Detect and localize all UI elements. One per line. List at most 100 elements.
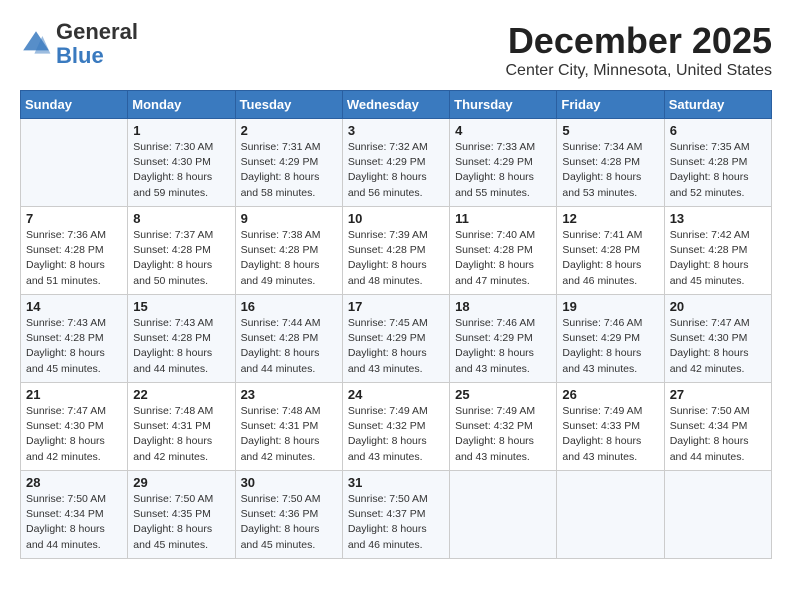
day-info: Sunrise: 7:50 AMSunset: 4:35 PMDaylight:… — [133, 492, 229, 553]
day-number: 16 — [241, 299, 337, 314]
day-cell-18: 18Sunrise: 7:46 AMSunset: 4:29 PMDayligh… — [450, 295, 557, 383]
day-number: 22 — [133, 387, 229, 402]
day-number: 28 — [26, 475, 122, 490]
day-number: 23 — [241, 387, 337, 402]
weekday-header-wednesday: Wednesday — [342, 91, 449, 119]
day-number: 27 — [670, 387, 766, 402]
day-cell-23: 23 Sunrise: 7:48 AMSunset: 4:31 PMDayligh… — [235, 383, 342, 471]
day-info: Sunrise: 7:50 AMSunset: 4:34 PMDaylight:… — [26, 492, 122, 553]
day-cell-31: 31 Sunrise: 7:50 AMSunset: 4:37 PMDayligh… — [342, 471, 449, 559]
week-row-5: 28 Sunrise: 7:50 AMSunset: 4:34 PMDayligh… — [21, 471, 772, 559]
weekday-header-sunday: Sunday — [21, 91, 128, 119]
empty-cell — [450, 471, 557, 559]
title-block: December 2025 Center City, Minnesota, Un… — [506, 20, 773, 80]
day-number: 30 — [241, 475, 337, 490]
day-number: 7 — [26, 211, 122, 226]
day-info: Sunrise: 7:42 AMSunset: 4:28 PMDaylight:… — [670, 228, 766, 289]
day-cell-1: 1 Sunrise: 7:30 AMSunset: 4:30 PMDaylight… — [128, 119, 235, 207]
day-number: 3 — [348, 123, 444, 138]
day-cell-28: 28 Sunrise: 7:50 AMSunset: 4:34 PMDayligh… — [21, 471, 128, 559]
day-info: Sunrise: 7:43 AMSunset: 4:28 PMDaylight:… — [26, 316, 122, 377]
day-cell-20: 20Sunrise: 7:47 AMSunset: 4:30 PMDayligh… — [664, 295, 771, 383]
page-header: General Blue December 2025 Center City, … — [20, 20, 772, 80]
day-number: 31 — [348, 475, 444, 490]
day-cell-30: 30Sunrise: 7:50 AMSunset: 4:36 PMDayligh… — [235, 471, 342, 559]
day-number: 18 — [455, 299, 551, 314]
day-info: Sunrise: 7:50 AMSunset: 4:34 PMDaylight:… — [670, 404, 766, 465]
day-info: Sunrise: 7:49 AMSunset: 4:33 PMDaylight:… — [562, 404, 658, 465]
week-row-2: 7Sunrise: 7:36 AMSunset: 4:28 PMDaylight… — [21, 207, 772, 295]
day-info: Sunrise: 7:45 AMSunset: 4:29 PMDaylight:… — [348, 316, 444, 377]
day-cell-17: 17 Sunrise: 7:45 AMSunset: 4:29 PMDayligh… — [342, 295, 449, 383]
day-info: Sunrise: 7:39 AMSunset: 4:28 PMDaylight:… — [348, 228, 444, 289]
day-cell-7: 7Sunrise: 7:36 AMSunset: 4:28 PMDaylight… — [21, 207, 128, 295]
day-cell-3: 3Sunrise: 7:32 AMSunset: 4:29 PMDaylight… — [342, 119, 449, 207]
day-info: Sunrise: 7:47 AMSunset: 4:30 PMDaylight:… — [26, 404, 122, 465]
weekday-header-friday: Friday — [557, 91, 664, 119]
day-info: Sunrise: 7:30 AMSunset: 4:30 PMDaylight:… — [133, 140, 229, 201]
day-info: Sunrise: 7:34 AMSunset: 4:28 PMDaylight:… — [562, 140, 658, 201]
day-number: 9 — [241, 211, 337, 226]
day-info: Sunrise: 7:50 AMSunset: 4:37 PMDaylight:… — [348, 492, 444, 553]
calendar-table: SundayMondayTuesdayWednesdayThursdayFrid… — [20, 90, 772, 559]
day-cell-4: 4 Sunrise: 7:33 AMSunset: 4:29 PMDaylight… — [450, 119, 557, 207]
day-cell-22: 22 Sunrise: 7:48 AMSunset: 4:31 PMDayligh… — [128, 383, 235, 471]
day-number: 26 — [562, 387, 658, 402]
day-info: Sunrise: 7:48 AMSunset: 4:31 PMDaylight:… — [241, 404, 337, 465]
day-info: Sunrise: 7:49 AMSunset: 4:32 PMDaylight:… — [455, 404, 551, 465]
day-info: Sunrise: 7:33 AMSunset: 4:29 PMDaylight:… — [455, 140, 551, 201]
day-number: 12 — [562, 211, 658, 226]
empty-cell — [557, 471, 664, 559]
day-cell-5: 5Sunrise: 7:34 AMSunset: 4:28 PMDaylight… — [557, 119, 664, 207]
day-info: Sunrise: 7:35 AMSunset: 4:28 PMDaylight:… — [670, 140, 766, 201]
logo-icon — [20, 28, 52, 60]
day-cell-12: 12 Sunrise: 7:41 AMSunset: 4:28 PMDayligh… — [557, 207, 664, 295]
day-info: Sunrise: 7:41 AMSunset: 4:28 PMDaylight:… — [562, 228, 658, 289]
day-cell-6: 6Sunrise: 7:35 AMSunset: 4:28 PMDaylight… — [664, 119, 771, 207]
day-info: Sunrise: 7:49 AMSunset: 4:32 PMDaylight:… — [348, 404, 444, 465]
day-cell-29: 29 Sunrise: 7:50 AMSunset: 4:35 PMDayligh… — [128, 471, 235, 559]
day-number: 4 — [455, 123, 551, 138]
day-info: Sunrise: 7:37 AMSunset: 4:28 PMDaylight:… — [133, 228, 229, 289]
day-cell-8: 8 Sunrise: 7:37 AMSunset: 4:28 PMDaylight… — [128, 207, 235, 295]
location-text: Center City, Minnesota, United States — [506, 62, 773, 80]
day-info: Sunrise: 7:44 AMSunset: 4:28 PMDaylight:… — [241, 316, 337, 377]
day-cell-13: 13Sunrise: 7:42 AMSunset: 4:28 PMDayligh… — [664, 207, 771, 295]
day-info: Sunrise: 7:31 AMSunset: 4:29 PMDaylight:… — [241, 140, 337, 201]
day-number: 14 — [26, 299, 122, 314]
day-number: 24 — [348, 387, 444, 402]
day-number: 8 — [133, 211, 229, 226]
day-cell-11: 11 Sunrise: 7:40 AMSunset: 4:28 PMDayligh… — [450, 207, 557, 295]
day-cell-9: 9 Sunrise: 7:38 AMSunset: 4:28 PMDaylight… — [235, 207, 342, 295]
day-info: Sunrise: 7:46 AMSunset: 4:29 PMDaylight:… — [562, 316, 658, 377]
day-cell-24: 24 Sunrise: 7:49 AMSunset: 4:32 PMDayligh… — [342, 383, 449, 471]
day-cell-21: 21Sunrise: 7:47 AMSunset: 4:30 PMDayligh… — [21, 383, 128, 471]
day-cell-25: 25 Sunrise: 7:49 AMSunset: 4:32 PMDayligh… — [450, 383, 557, 471]
day-number: 25 — [455, 387, 551, 402]
day-info: Sunrise: 7:40 AMSunset: 4:28 PMDaylight:… — [455, 228, 551, 289]
day-number: 29 — [133, 475, 229, 490]
day-number: 19 — [562, 299, 658, 314]
weekday-header-row: SundayMondayTuesdayWednesdayThursdayFrid… — [21, 91, 772, 119]
weekday-header-tuesday: Tuesday — [235, 91, 342, 119]
empty-cell — [21, 119, 128, 207]
day-info: Sunrise: 7:38 AMSunset: 4:28 PMDaylight:… — [241, 228, 337, 289]
day-number: 11 — [455, 211, 551, 226]
logo-blue-text: Blue — [56, 43, 104, 68]
day-info: Sunrise: 7:43 AMSunset: 4:28 PMDaylight:… — [133, 316, 229, 377]
day-cell-27: 27 Sunrise: 7:50 AMSunset: 4:34 PMDayligh… — [664, 383, 771, 471]
logo-general-text: General — [56, 19, 138, 44]
day-number: 17 — [348, 299, 444, 314]
logo: General Blue — [20, 20, 138, 68]
weekday-header-thursday: Thursday — [450, 91, 557, 119]
week-row-1: 1 Sunrise: 7:30 AMSunset: 4:30 PMDaylight… — [21, 119, 772, 207]
day-info: Sunrise: 7:48 AMSunset: 4:31 PMDaylight:… — [133, 404, 229, 465]
day-cell-19: 19 Sunrise: 7:46 AMSunset: 4:29 PMDayligh… — [557, 295, 664, 383]
month-title: December 2025 — [506, 20, 773, 62]
week-row-3: 14 Sunrise: 7:43 AMSunset: 4:28 PMDayligh… — [21, 295, 772, 383]
weekday-header-saturday: Saturday — [664, 91, 771, 119]
weekday-header-monday: Monday — [128, 91, 235, 119]
day-number: 15 — [133, 299, 229, 314]
day-number: 1 — [133, 123, 229, 138]
day-cell-26: 26 Sunrise: 7:49 AMSunset: 4:33 PMDayligh… — [557, 383, 664, 471]
